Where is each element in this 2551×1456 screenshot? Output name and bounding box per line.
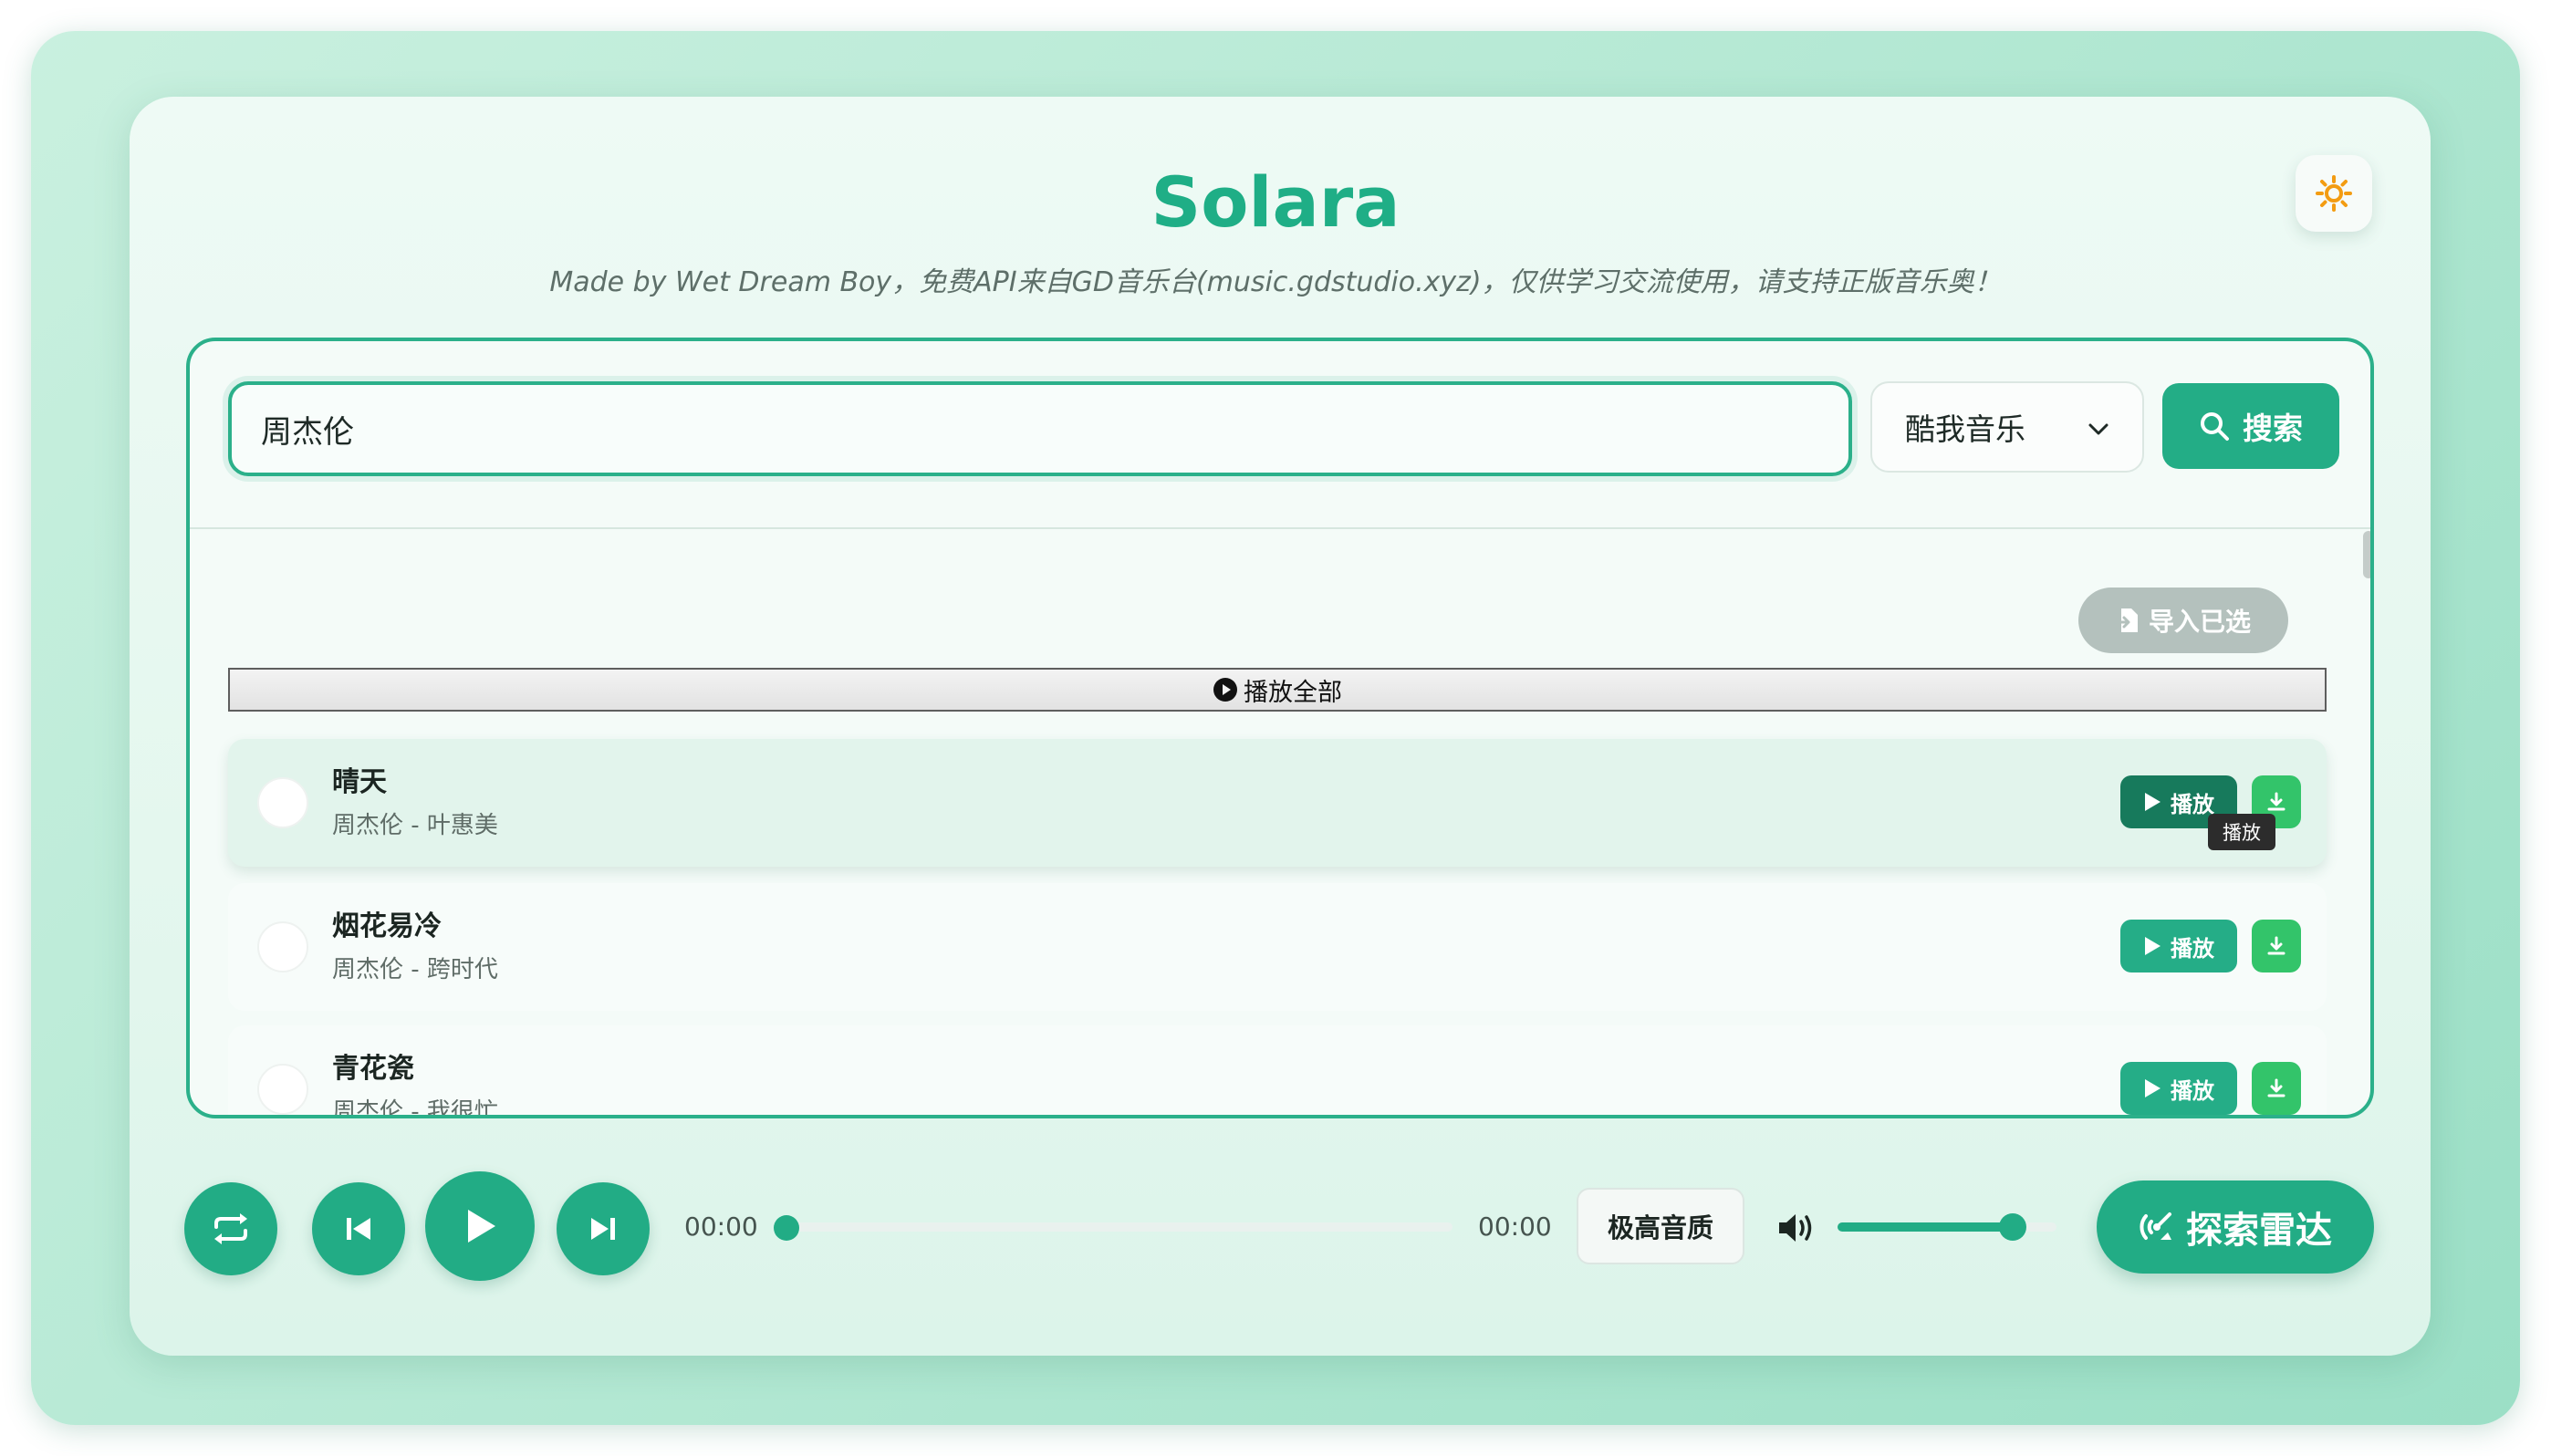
song-title: 青花瓷 (332, 1053, 414, 1085)
song-item[interactable]: 青花瓷 周杰伦 - 我很忙 播放 (228, 1025, 2327, 1118)
song-meta: 周杰伦 - 跨时代 (332, 956, 498, 983)
app-title: Solara (1151, 161, 1400, 243)
play-tooltip: 播放 (2208, 814, 2275, 850)
play-icon (2145, 1079, 2161, 1097)
quality-button[interactable]: 极高音质 (1577, 1188, 1744, 1264)
download-icon (2267, 936, 2285, 955)
song-play-label: 播放 (2171, 935, 2214, 962)
current-time: 00:00 (684, 1212, 758, 1242)
source-select-value: 酷我音乐 (1905, 411, 2025, 447)
results-scrollbar[interactable] (2363, 531, 2370, 578)
explore-radar-label: 探索雷达 (2186, 1210, 2332, 1252)
play-pause-button[interactable] (425, 1171, 535, 1281)
app-subtitle: Made by Wet Dream Boy，免费API来自GD音乐台(music… (549, 266, 2002, 298)
play-icon (2145, 937, 2161, 955)
song-select-checkbox[interactable] (257, 921, 308, 972)
play-all-button[interactable]: 播放全部 (228, 668, 2327, 712)
import-selected-label: 导入已选 (2148, 607, 2251, 637)
song-play-label: 播放 (2171, 1077, 2214, 1104)
song-download-button[interactable] (2252, 1062, 2301, 1115)
download-icon (2267, 1078, 2285, 1097)
song-title: 烟花易冷 (332, 910, 442, 942)
search-button-label: 搜索 (2243, 411, 2303, 446)
search-panel: 酷我音乐 搜索 导入已选 播放全部 晴天 周杰伦 - 叶惠美 播放 (186, 338, 2374, 1118)
progress-bar[interactable] (786, 1222, 1453, 1232)
next-button[interactable] (557, 1182, 650, 1275)
play-all-label: 播放全部 (1244, 678, 1342, 707)
song-meta: 周杰伦 - 叶惠美 (332, 812, 498, 839)
duration: 00:00 (1478, 1212, 1552, 1242)
radar-icon (2140, 1212, 2171, 1240)
search-icon (2201, 412, 2229, 441)
play-circle-icon (1213, 678, 1237, 702)
download-icon (2267, 792, 2285, 811)
song-select-checkbox[interactable] (257, 1064, 308, 1115)
skip-next-icon (591, 1218, 615, 1240)
skip-previous-icon (347, 1218, 370, 1240)
search-button[interactable]: 搜索 (2162, 383, 2339, 469)
song-play-button[interactable]: 播放 (2120, 1062, 2237, 1115)
repeat-icon (214, 1213, 247, 1244)
song-play-label: 播放 (2171, 791, 2214, 817)
play-icon (2145, 793, 2161, 811)
play-icon (468, 1210, 495, 1243)
source-select[interactable]: 酷我音乐 (1870, 381, 2144, 473)
song-download-button[interactable] (2252, 920, 2301, 972)
volume-icon[interactable] (1775, 1210, 1817, 1246)
import-selected-button[interactable]: 导入已选 (2078, 588, 2288, 653)
previous-button[interactable] (312, 1182, 405, 1275)
progress-thumb[interactable] (774, 1215, 799, 1241)
song-item[interactable]: 烟花易冷 周杰伦 - 跨时代 播放 (228, 883, 2327, 1011)
theme-toggle-button[interactable] (2296, 155, 2372, 232)
chevron-down-icon (2088, 423, 2108, 435)
repeat-button[interactable] (184, 1182, 277, 1275)
volume-slider-thumb[interactable] (1999, 1213, 2026, 1241)
file-import-icon (2115, 608, 2138, 632)
search-input[interactable] (228, 381, 1852, 476)
song-select-checkbox[interactable] (257, 777, 308, 828)
explore-radar-button[interactable]: 探索雷达 (2097, 1180, 2374, 1274)
song-item[interactable]: 晴天 周杰伦 - 叶惠美 播放 (228, 739, 2327, 867)
song-play-button[interactable]: 播放 (2120, 920, 2237, 972)
sun-icon (2316, 175, 2352, 212)
song-meta: 周杰伦 - 我很忙 (332, 1098, 498, 1118)
song-title: 晴天 (332, 766, 387, 798)
volume-slider-fill (1838, 1222, 2013, 1232)
panel-divider (190, 527, 2370, 529)
